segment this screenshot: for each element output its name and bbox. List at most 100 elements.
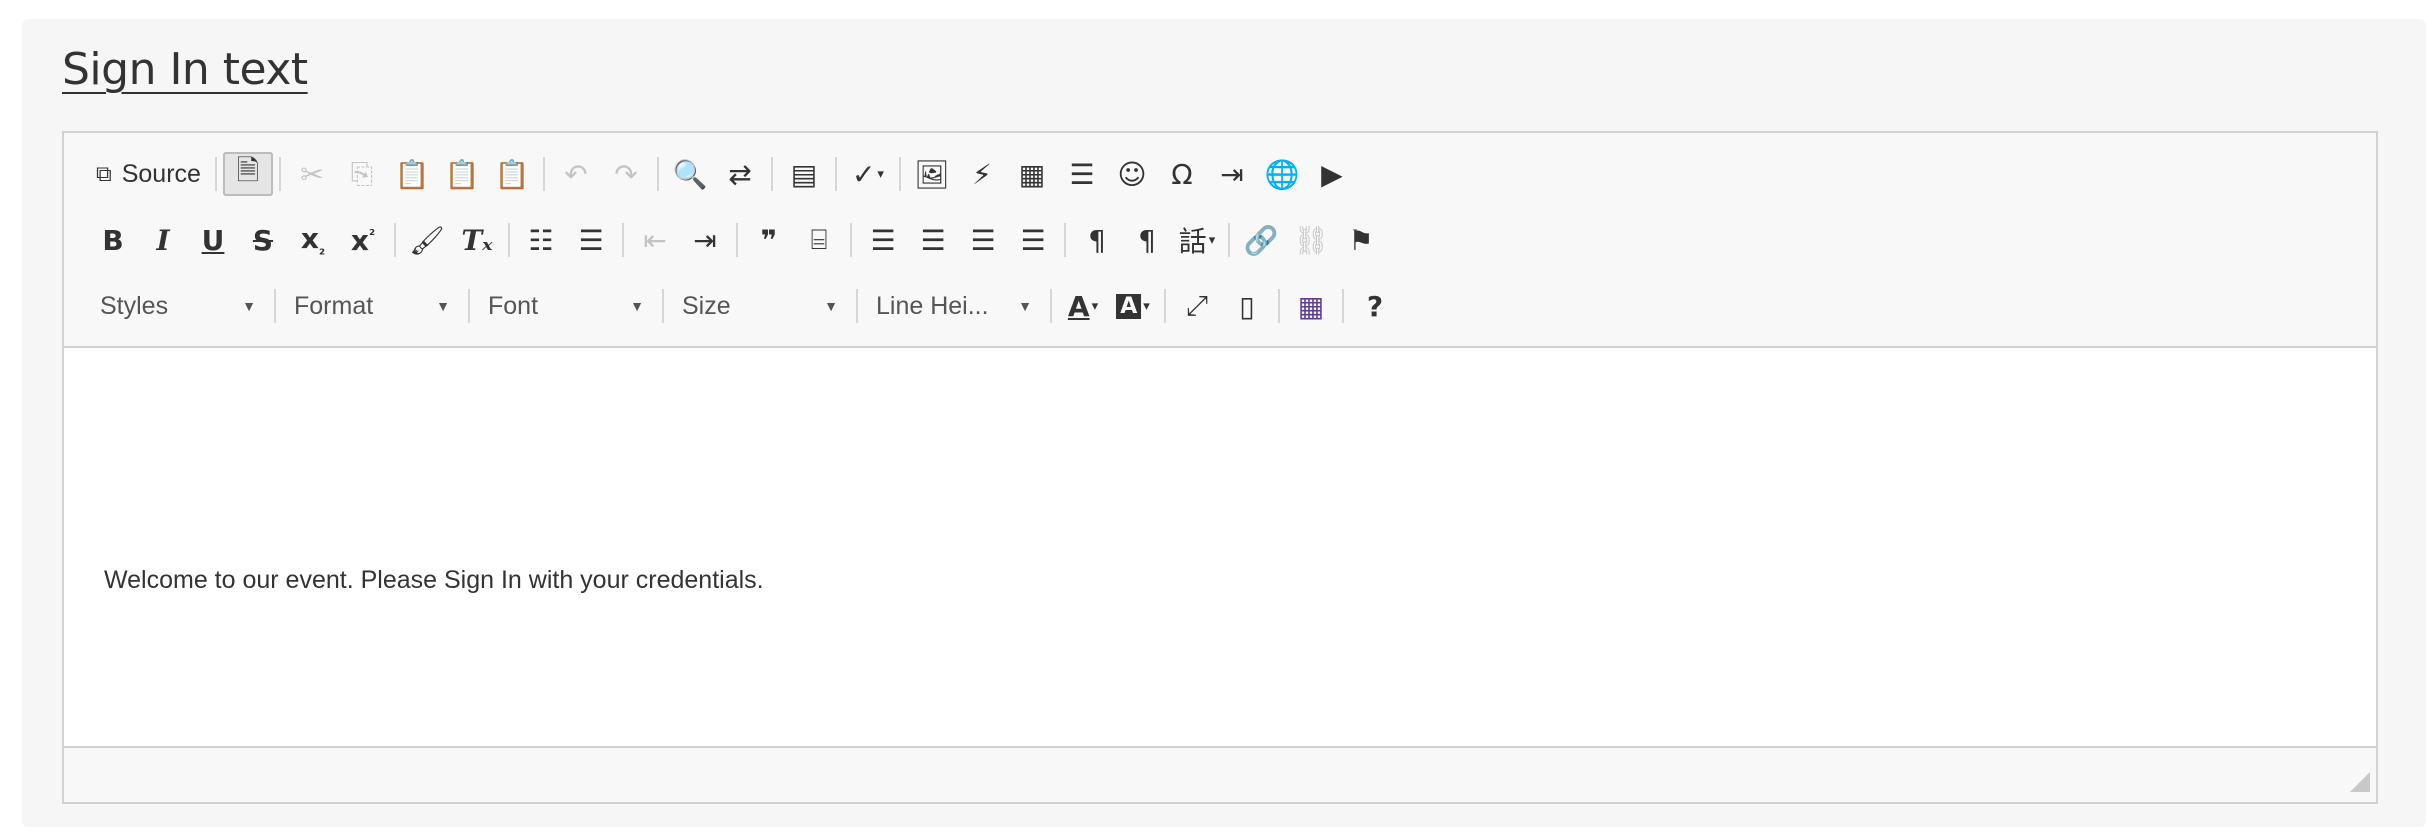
cut-button[interactable]: ✂ bbox=[287, 152, 337, 196]
unlink-icon: ⛓ bbox=[1293, 223, 1329, 257]
numbered-list-button[interactable]: ☷ bbox=[516, 218, 566, 262]
iframe-button[interactable]: 🌐 bbox=[1257, 152, 1307, 196]
rtl-button[interactable]: ¶ bbox=[1122, 218, 1172, 262]
line-height-label: Line Hei... bbox=[876, 291, 989, 320]
superscript-icon: x² bbox=[350, 223, 376, 257]
rich-text-editor: ⧉ Source 🗎 ✂ ⎘ 📋 📋 📋 ↶ ↷ 🔍 ⇄ ▤ ✓▾ 🖼 ⚡ ▦ bbox=[62, 131, 2378, 804]
chevron-down-icon: ▼ bbox=[242, 298, 256, 314]
flash-button[interactable]: ⚡ bbox=[957, 152, 1007, 196]
strikethrough-icon: S bbox=[252, 223, 274, 257]
subscript-button[interactable]: x₂ bbox=[288, 218, 338, 262]
toolbar-separator bbox=[622, 223, 624, 257]
editor-content-area[interactable]: Welcome to our event. Please Sign In wit… bbox=[64, 348, 2376, 748]
indent-icon: ⇥ bbox=[693, 223, 717, 257]
youtube-button[interactable]: ▶ bbox=[1307, 152, 1357, 196]
format-combo[interactable]: Format ▼ bbox=[282, 284, 462, 328]
undo-button[interactable]: ↶ bbox=[551, 152, 601, 196]
omega-icon: Ω bbox=[1171, 157, 1193, 191]
select-all-button[interactable]: ▤ bbox=[779, 152, 829, 196]
horizontal-line-button[interactable]: ☰ bbox=[1057, 152, 1107, 196]
image-button[interactable]: 🖼 bbox=[907, 152, 957, 196]
toolbar-row-2: B I U S x₂ x² 🖌 Tₓ ☷ ☰ ⇤ ⇥ ❞ ⌸ ☰ ☰ ☰ ☰ ¶… bbox=[88, 215, 1386, 265]
table-grid-button[interactable]: ▦ bbox=[1286, 284, 1336, 328]
replace-button[interactable]: ⇄ bbox=[715, 152, 765, 196]
bulleted-list-button[interactable]: ☰ bbox=[566, 218, 616, 262]
toolbar-row-1: ⧉ Source 🗎 ✂ ⎘ 📋 📋 📋 ↶ ↷ 🔍 ⇄ ▤ ✓▾ 🖼 ⚡ ▦ bbox=[88, 149, 1357, 199]
copy-button[interactable]: ⎘ bbox=[337, 152, 387, 196]
strikethrough-button[interactable]: S bbox=[238, 218, 288, 262]
quote-icon: ❞ bbox=[760, 223, 778, 257]
line-height-combo[interactable]: Line Hei... ▼ bbox=[864, 284, 1044, 328]
blockquote-button[interactable]: ❞ bbox=[744, 218, 794, 262]
italic-icon: I bbox=[156, 223, 170, 257]
align-left-button[interactable]: ☰ bbox=[858, 218, 908, 262]
language-icon: 話 bbox=[1178, 225, 1207, 258]
clipboard-word-icon: 📋 bbox=[494, 157, 530, 191]
horizontal-line-icon: ☰ bbox=[1069, 157, 1095, 191]
outdent-icon: ⇤ bbox=[643, 223, 667, 257]
ltr-button[interactable]: ¶ bbox=[1072, 218, 1122, 262]
format-label: Format bbox=[294, 291, 374, 320]
toolbar-separator bbox=[468, 289, 470, 323]
bold-button[interactable]: B bbox=[88, 218, 138, 262]
paste-text-button[interactable]: 📋 bbox=[437, 152, 487, 196]
unlink-button[interactable]: ⛓ bbox=[1286, 218, 1336, 262]
remove-format-button[interactable]: Tₓ bbox=[452, 218, 502, 262]
toolbar-separator bbox=[1278, 289, 1280, 323]
help-label: ? bbox=[1366, 289, 1384, 323]
paste-word-button[interactable]: 📋 bbox=[487, 152, 537, 196]
link-button[interactable]: 🔗 bbox=[1236, 218, 1286, 262]
text-color-icon: A bbox=[1067, 289, 1090, 323]
source-label: Source bbox=[121, 159, 201, 188]
justify-button[interactable]: ☰ bbox=[1008, 218, 1058, 262]
font-label: Font bbox=[488, 291, 539, 320]
smiley-icon: ☺ bbox=[1117, 157, 1147, 191]
italic-button[interactable]: I bbox=[138, 218, 188, 262]
spellcheck-button[interactable]: ✓ ▾ bbox=[843, 152, 893, 196]
toolbar-separator bbox=[394, 223, 396, 257]
copy-formatting-button[interactable]: 🖌 bbox=[402, 218, 452, 262]
font-combo[interactable]: Font ▼ bbox=[476, 284, 656, 328]
toolbar-separator bbox=[1164, 289, 1166, 323]
toolbar-separator bbox=[856, 289, 858, 323]
smiley-button[interactable]: ☺ bbox=[1107, 152, 1157, 196]
language-button[interactable]: 話 ▾ bbox=[1172, 218, 1222, 262]
editor-toolbar: ⧉ Source 🗎 ✂ ⎘ 📋 📋 📋 ↶ ↷ 🔍 ⇄ ▤ ✓▾ 🖼 ⚡ ▦ bbox=[64, 133, 2376, 348]
page-break-button[interactable]: ⇥ bbox=[1207, 152, 1257, 196]
maximize-button[interactable]: ⤢ bbox=[1172, 284, 1222, 328]
table-icon: ▦ bbox=[1018, 157, 1046, 191]
help-button[interactable]: ? bbox=[1350, 284, 1400, 328]
toolbar-separator bbox=[656, 157, 659, 191]
text-color-button[interactable]: A ▾ bbox=[1058, 284, 1108, 328]
copy-icon: ⎘ bbox=[350, 157, 374, 190]
text-direction-rtl-icon: ¶ bbox=[1138, 223, 1156, 257]
table-button[interactable]: ▦ bbox=[1007, 152, 1057, 196]
document-icon: 🗎 bbox=[236, 154, 260, 187]
create-div-button[interactable]: ⌸ bbox=[794, 218, 844, 262]
toolbar-row-3: Styles ▼ Format ▼ Font ▼ Size ▼ Line Hei… bbox=[88, 281, 1400, 331]
undo-icon: ↶ bbox=[564, 157, 588, 191]
styles-combo[interactable]: Styles ▼ bbox=[88, 284, 268, 328]
toolbar-separator bbox=[278, 157, 281, 191]
anchor-button[interactable]: ⚑ bbox=[1336, 218, 1386, 262]
paste-button[interactable]: 📋 bbox=[387, 152, 437, 196]
redo-button[interactable]: ↷ bbox=[601, 152, 651, 196]
indent-button[interactable]: ⇥ bbox=[680, 218, 730, 262]
underline-button[interactable]: U bbox=[188, 218, 238, 262]
resize-handle[interactable] bbox=[2350, 772, 2370, 792]
show-blocks-button[interactable]: ▯ bbox=[1222, 284, 1272, 328]
superscript-button[interactable]: x² bbox=[338, 218, 388, 262]
align-center-button[interactable]: ☰ bbox=[908, 218, 958, 262]
align-right-button[interactable]: ☰ bbox=[958, 218, 1008, 262]
size-combo[interactable]: Size ▼ bbox=[670, 284, 850, 328]
outdent-button[interactable]: ⇤ bbox=[630, 218, 680, 262]
source-button[interactable]: ⧉ Source bbox=[88, 152, 209, 196]
underline-icon: U bbox=[201, 223, 225, 257]
image-icon: 🖼 bbox=[914, 157, 950, 191]
background-color-button[interactable]: A ▾ bbox=[1108, 284, 1158, 328]
new-page-button[interactable]: 🗎 bbox=[222, 152, 273, 196]
find-button[interactable]: 🔍 bbox=[665, 152, 715, 196]
special-char-button[interactable]: Ω bbox=[1157, 152, 1207, 196]
chevron-down-icon: ▾ bbox=[1091, 298, 1099, 314]
replace-icon: ⇄ bbox=[728, 157, 752, 191]
